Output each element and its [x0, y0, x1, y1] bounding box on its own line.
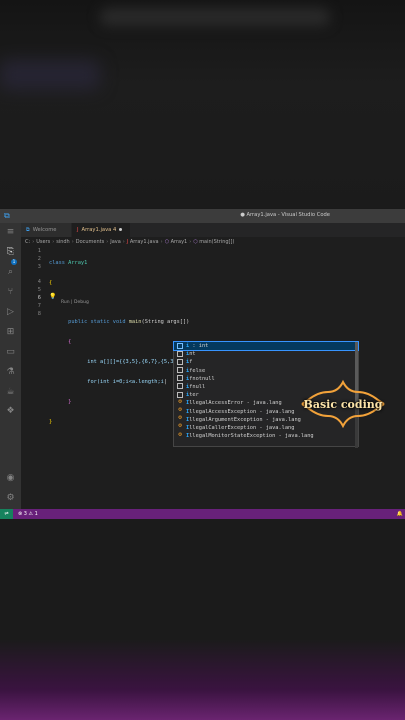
unsaved-dot-icon[interactable]	[119, 228, 123, 231]
code-token: public static void	[68, 319, 126, 325]
variable-icon	[177, 342, 183, 349]
suggestion-label: IllegalAccessError - java.lang	[186, 400, 282, 407]
code-token: }	[49, 419, 53, 425]
line-number: 4	[37, 279, 41, 285]
breadcrumb-item[interactable]: Users	[36, 239, 50, 245]
breadcrumb-item[interactable]: sindh	[56, 239, 70, 245]
watermark-text: Basic coding	[303, 398, 383, 411]
snippet-icon	[177, 375, 183, 382]
line-number: 2	[37, 256, 41, 262]
breadcrumb-item[interactable]: Java	[110, 239, 121, 245]
blurred-region	[0, 60, 100, 90]
code-token: {	[49, 280, 53, 286]
suggestion-label: i : int	[186, 343, 209, 349]
title-bar: ⧉ ● Array1.java - Visual Studio Code	[0, 209, 405, 223]
window-title: ● Array1.java - Visual Studio Code	[240, 212, 330, 218]
suggestion-label: int	[186, 351, 196, 358]
class-icon: ⚙	[178, 422, 182, 430]
text-cursor: |	[163, 379, 168, 385]
breadcrumb: C: › Users › sindh › Documents › Java › J Array1.j…	[25, 239, 235, 245]
line-number: 6	[37, 295, 41, 301]
editor-tabs: ⧉ Welcome J Array1.java 4	[21, 223, 405, 237]
menu-icon[interactable]: ≡	[5, 227, 16, 238]
class-icon: ⚙	[178, 414, 182, 422]
code-token: main	[125, 319, 142, 325]
source-control-icon[interactable]: ⑂	[5, 287, 16, 298]
java-file-icon: J	[77, 227, 79, 233]
suggestion-item[interactable]: if	[174, 358, 358, 366]
breadcrumb-item[interactable]: Array1.java	[130, 239, 159, 245]
notification-bell-icon[interactable]: 🔔	[397, 509, 403, 519]
code-token: (String args[])	[141, 319, 190, 325]
line-number-gutter: 1 2 3 4 5 6 7 8	[21, 247, 41, 318]
explorer-badge: 1	[11, 259, 17, 265]
suggestion-label: ifnull	[186, 383, 206, 390]
settings-gear-icon[interactable]: ⚙	[5, 493, 16, 504]
breadcrumb-item[interactable]: Array1	[171, 239, 188, 245]
python-icon[interactable]: ❖	[5, 406, 16, 417]
line-number: 5	[37, 287, 41, 293]
snippet-icon	[177, 358, 183, 365]
code-token: {	[68, 339, 72, 345]
line-number: 7	[37, 303, 41, 309]
code-token: Array1	[64, 260, 88, 266]
suggestion-item[interactable]: int	[174, 350, 358, 358]
suggestion-item[interactable]: ifelse	[174, 367, 358, 375]
vscode-logo-icon: ⧉	[4, 211, 10, 220]
code-line: for(int i=0;i<a.length;i	[87, 379, 164, 385]
code-token: class	[49, 260, 65, 266]
extensions-icon[interactable]: ⊞	[5, 327, 16, 338]
suggestion-label: ifelse	[186, 367, 206, 374]
breadcrumb-item[interactable]: C:	[25, 239, 30, 245]
error-count: 3	[23, 511, 27, 517]
class-icon: ⚙	[178, 397, 182, 405]
tab-label: Welcome	[32, 227, 57, 233]
explorer-icon[interactable]: ⎘	[5, 247, 16, 258]
line-number: 8	[37, 311, 41, 317]
class-icon: ⚙	[178, 406, 182, 413]
suggestion-item[interactable]: ⚙ IllegalMonitorStateException - java.lan…	[174, 430, 358, 440]
class-icon: ⚙	[178, 430, 182, 438]
tab-welcome[interactable]: ⧉ Welcome	[21, 223, 71, 237]
suggestion-label: ifnotnull	[186, 375, 215, 382]
line-number: 1	[37, 248, 41, 254]
tab-array1-java[interactable]: J Array1.java 4	[72, 223, 130, 237]
suggestion-item[interactable]: i : int	[173, 340, 359, 352]
snippet-icon	[177, 367, 183, 374]
vscode-tab-icon: ⧉	[26, 227, 30, 233]
breadcrumb-item[interactable]: Documents	[76, 239, 105, 245]
line-number: 3	[37, 264, 41, 270]
suggestion-label: iter	[186, 392, 199, 399]
snippet-icon	[177, 350, 183, 357]
warning-count: 1	[34, 511, 38, 517]
suggestion-label: IllegalMonitorStateException - java.lang	[186, 433, 314, 440]
vscode-window: ⧉ ● Array1.java - Visual Studio Code ≡ ⎘…	[0, 209, 405, 519]
search-icon[interactable]: ⌕	[5, 267, 16, 278]
channel-watermark: Basic coding	[298, 378, 388, 428]
breadcrumb-item[interactable]: main(String[])	[199, 239, 234, 245]
remote-indicator-icon[interactable]: ⇌	[0, 509, 13, 519]
suggestion-label: IllegalArgumentException - java.lang	[186, 416, 301, 423]
remote-explorer-icon[interactable]: ▭	[5, 347, 16, 358]
run-debug-icon[interactable]: ▷	[5, 307, 16, 318]
snippet-icon	[177, 383, 183, 390]
testing-icon[interactable]: ⚗	[5, 367, 16, 378]
suggestion-label: if	[186, 359, 193, 366]
problems-indicator[interactable]: ⊗ 3 ⚠ 1	[18, 509, 38, 519]
video-background-bottom	[0, 519, 405, 720]
video-background-top	[0, 0, 405, 208]
java-projects-icon[interactable]: ☕	[5, 387, 16, 398]
blurred-region	[100, 8, 330, 26]
suggestion-label: IllegalCallerException - java.lang	[186, 424, 295, 431]
code-token: }	[68, 399, 72, 405]
suggestion-label: IllegalAccessException - java.lang	[186, 408, 295, 415]
activity-bar: ≡ ⎘ 1 ⌕ ⑂ ▷ ⊞ ▭ ⚗ ☕ ❖ ◉ ⚙	[0, 223, 21, 519]
status-bar: ⇌ ⊗ 3 ⚠ 1 🔔	[0, 509, 405, 519]
tab-label: Array1.java 4	[81, 227, 117, 233]
snippet-icon	[177, 391, 183, 398]
account-icon[interactable]: ◉	[5, 473, 16, 484]
codelens-run-debug[interactable]: Run | Debug	[61, 300, 89, 305]
